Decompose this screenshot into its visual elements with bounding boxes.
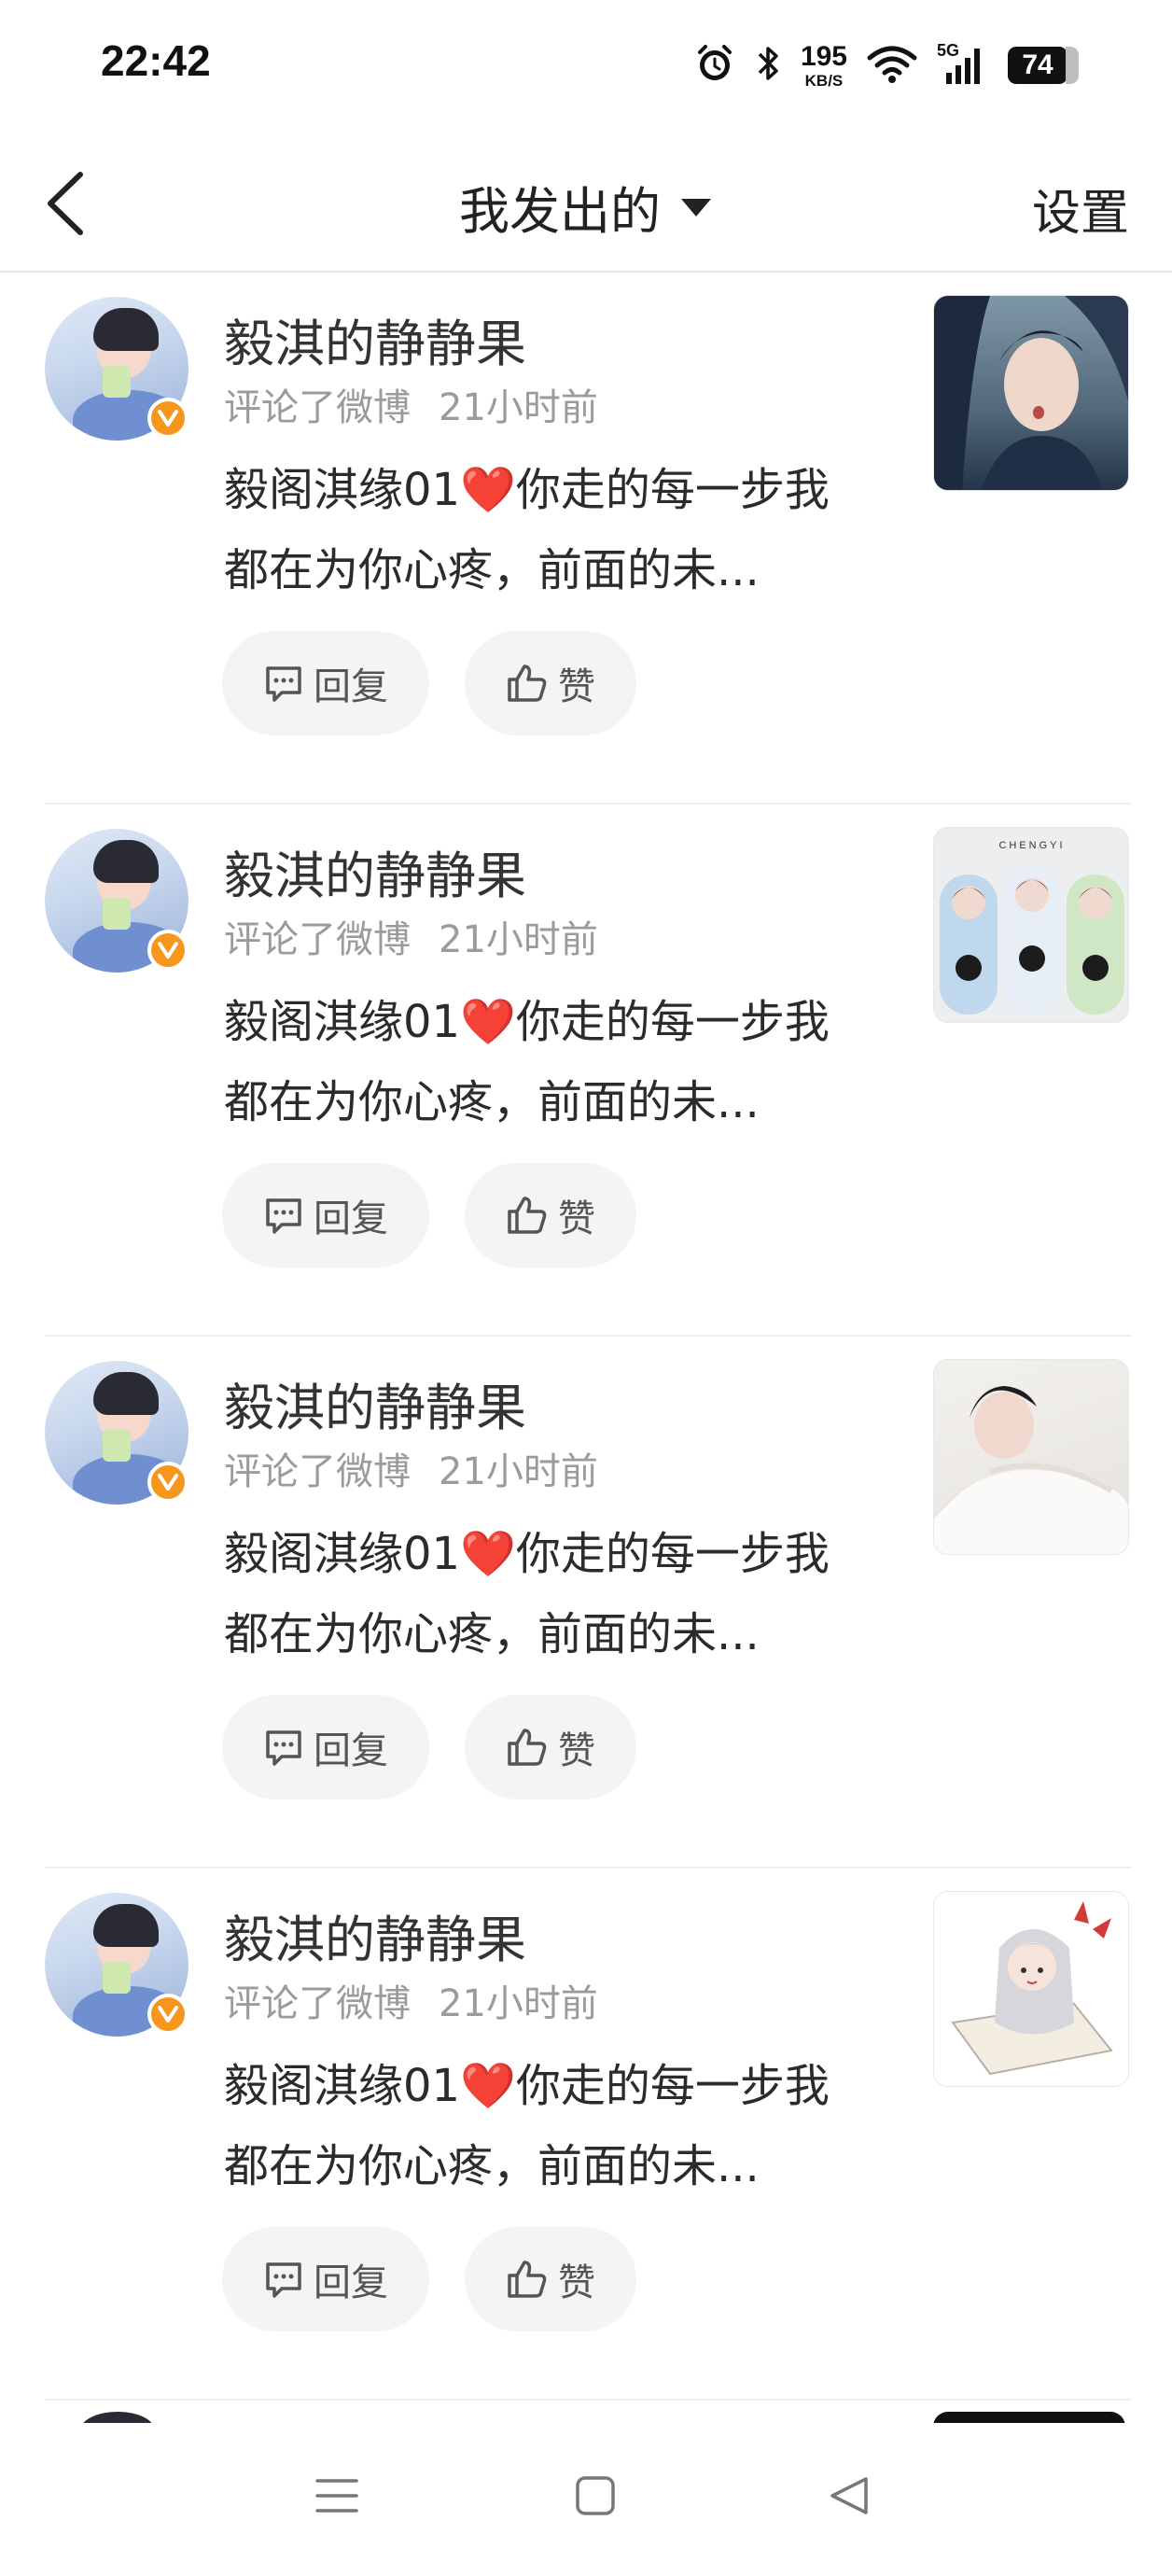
username[interactable]: 毅淇的静静果 <box>224 1366 526 1440</box>
wifi-icon <box>866 43 918 88</box>
next-card-peek <box>0 2401 1172 2423</box>
alarm-icon <box>694 43 735 88</box>
comment-card[interactable]: 毅淇的静静果 评论了微博 21小时前 毅阁淇缘01❤️你走的每一步我都在为你心疼，… <box>0 1337 1172 1869</box>
caret-down-icon <box>679 196 713 218</box>
status-time: 22:42 <box>101 36 211 85</box>
username[interactable]: 毅淇的静静果 <box>224 302 526 376</box>
like-button[interactable]: 赞 <box>465 1695 636 1799</box>
battery-level: 74 <box>1008 47 1067 84</box>
avatar[interactable] <box>45 297 188 441</box>
comment-text[interactable]: 毅阁淇缘01❤️你走的每一步我都在为你心疼，前面的未... <box>224 982 858 1142</box>
heart-emoji: ❤️ <box>460 464 516 516</box>
post-thumbnail[interactable]: CHENGYI <box>933 827 1129 1023</box>
net-speed-value: 195 <box>800 40 847 72</box>
like-button[interactable]: 赞 <box>465 2227 636 2331</box>
avatar[interactable] <box>45 829 188 973</box>
system-navigation-bar <box>0 2423 1172 2576</box>
bluetooth-icon <box>754 43 782 88</box>
verified-badge-icon <box>147 1994 188 2035</box>
status-bar: 22:42 195 KB/S 5G 74 <box>0 0 1172 131</box>
comment-meta: 评论了微博 21小时前 <box>224 1441 598 1495</box>
nav-bar: 我发出的 设置 <box>0 131 1172 273</box>
username[interactable]: 毅淇的静静果 <box>224 1898 526 1972</box>
battery-empty-part <box>1066 47 1079 84</box>
menu-icon[interactable] <box>314 2475 360 2520</box>
comment-card[interactable]: 毅淇的静静果 评论了微博 21小时前 毅阁淇缘01❤️你走的每一步我都在为你心疼，… <box>0 1869 1172 2401</box>
timestamp: 21小时前 <box>439 1982 598 2025</box>
comment-card[interactable]: 毅淇的静静果 评论了微博 21小时前 毅阁淇缘01❤️你走的每一步我都在为你心疼，… <box>0 273 1172 805</box>
comment-meta: 评论了微博 21小时前 <box>224 1973 598 2027</box>
thumbs-up-icon <box>506 1727 549 1768</box>
comment-feed: 毅淇的静静果 评论了微博 21小时前 毅阁淇缘01❤️你走的每一步我都在为你心疼，… <box>0 273 1172 2401</box>
status-icons: 195 KB/S 5G 74 <box>694 37 1079 93</box>
reply-button[interactable]: 回复 <box>222 2227 429 2331</box>
action-text: 评论了微博 <box>224 1982 411 2025</box>
page-title: 我发出的 <box>459 182 661 241</box>
back-icon[interactable] <box>827 2473 872 2522</box>
comment-bubble-icon <box>263 2259 304 2300</box>
action-row: 回复 赞 <box>222 2227 636 2331</box>
avatar[interactable] <box>45 1361 188 1505</box>
timestamp: 21小时前 <box>439 386 598 429</box>
reply-button[interactable]: 回复 <box>222 1163 429 1267</box>
comment-card[interactable]: 毅淇的静静果 评论了微博 21小时前 毅阁淇缘01❤️你走的每一步我都在为你心疼，… <box>0 805 1172 1337</box>
verified-badge-icon <box>147 930 188 971</box>
verified-badge-icon <box>147 398 188 439</box>
comment-meta: 评论了微博 21小时前 <box>224 377 598 431</box>
post-thumbnail[interactable] <box>933 1891 1129 2087</box>
avatar[interactable] <box>45 1893 188 2037</box>
action-text: 评论了微博 <box>224 1450 411 1493</box>
heart-emoji: ❤️ <box>460 2060 516 2112</box>
net-speed-unit: KB/S <box>804 71 844 90</box>
comment-meta: 评论了微博 21小时前 <box>224 909 598 963</box>
title-dropdown[interactable]: 我发出的 <box>0 170 1172 244</box>
thumbnail-caption: CHENGYI <box>998 840 1065 851</box>
comment-bubble-icon <box>263 1195 304 1236</box>
timestamp: 21小时前 <box>439 918 598 961</box>
comment-text[interactable]: 毅阁淇缘01❤️你走的每一步我都在为你心疼，前面的未... <box>224 1514 858 1674</box>
action-row: 回复 赞 <box>222 1695 636 1799</box>
thumbs-up-icon <box>506 2259 549 2300</box>
timestamp: 21小时前 <box>439 1450 598 1493</box>
battery-icon: 74 <box>1008 47 1079 84</box>
net-speed: 195 KB/S <box>800 40 847 90</box>
settings-button[interactable]: 设置 <box>1032 174 1129 244</box>
thumbs-up-icon <box>506 663 549 704</box>
thumbs-up-icon <box>506 1195 549 1236</box>
reply-button[interactable]: 回复 <box>222 631 429 735</box>
home-icon[interactable] <box>573 2473 618 2522</box>
heart-emoji: ❤️ <box>460 996 516 1048</box>
reply-button[interactable]: 回复 <box>222 1695 429 1799</box>
post-thumbnail[interactable] <box>933 295 1129 491</box>
comment-bubble-icon <box>263 1727 304 1768</box>
comment-text[interactable]: 毅阁淇缘01❤️你走的每一步我都在为你心疼，前面的未... <box>224 450 858 610</box>
action-row: 回复 赞 <box>222 1163 636 1267</box>
heart-emoji: ❤️ <box>460 1528 516 1580</box>
action-text: 评论了微博 <box>224 386 411 429</box>
post-thumbnail[interactable] <box>933 1359 1129 1555</box>
comment-bubble-icon <box>263 663 304 704</box>
action-row: 回复 赞 <box>222 631 636 735</box>
verified-badge-icon <box>147 1462 188 1503</box>
comment-text[interactable]: 毅阁淇缘01❤️你走的每一步我都在为你心疼，前面的未... <box>224 2046 858 2206</box>
action-text: 评论了微博 <box>224 918 411 961</box>
like-button[interactable]: 赞 <box>465 1163 636 1267</box>
username[interactable]: 毅淇的静静果 <box>224 834 526 908</box>
like-button[interactable]: 赞 <box>465 631 636 735</box>
signal-icon: 5G <box>937 41 989 86</box>
